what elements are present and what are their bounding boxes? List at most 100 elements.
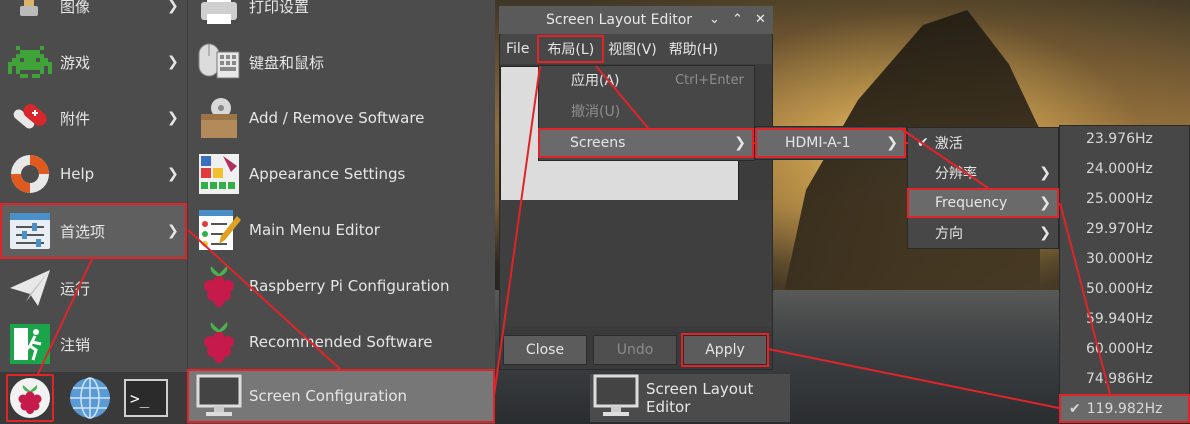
- frequency-option[interactable]: 25.000Hz: [1059, 184, 1190, 214]
- chevron-right-icon: ❯: [1039, 225, 1051, 241]
- menu-file[interactable]: File: [500, 41, 535, 57]
- menu-item-label: 键盘和鼠标: [249, 53, 325, 72]
- menu-item-appearance-settings[interactable]: Appearance Settings: [187, 146, 495, 202]
- frequency-option[interactable]: 50.000Hz: [1059, 274, 1190, 304]
- window-menu-icon[interactable]: ⌄: [709, 12, 720, 27]
- exit-icon: [6, 320, 54, 368]
- chevron-right-icon: ❯: [167, 223, 179, 239]
- frequency-option[interactable]: 24.000Hz: [1059, 154, 1190, 184]
- menu-category-graphics[interactable]: 图像 ❯: [0, 0, 187, 34]
- apply-button[interactable]: Apply: [681, 333, 769, 367]
- menu-item-keyboard-mouse[interactable]: 键盘和鼠标: [187, 34, 495, 90]
- check-icon: ✔: [1069, 400, 1081, 417]
- menu-item-label: 应用(A): [571, 73, 620, 89]
- menu-category-label: 游戏: [60, 53, 91, 72]
- menu-layout[interactable]: 布局(L): [537, 35, 605, 63]
- raspberry-icon: [195, 262, 243, 310]
- menu-item-screen-configuration[interactable]: Screen Configuration: [187, 369, 495, 423]
- menu-item-label: Main Menu Editor: [249, 221, 380, 239]
- menu-item-label: 分辨率: [935, 166, 977, 182]
- menu-item-orientation[interactable]: 方向 ❯: [907, 218, 1059, 248]
- menu-item-add-remove-software[interactable]: Add / Remove Software: [187, 90, 495, 146]
- menu-item-hdmi-a-1[interactable]: HDMI-A-1 ❯: [755, 128, 906, 158]
- raspberry-icon: [10, 378, 50, 418]
- menu-item-frequency[interactable]: Frequency ❯: [907, 188, 1059, 218]
- menu-category-accessories[interactable]: 附件 ❯: [0, 90, 187, 146]
- menu-category-label: 运行: [60, 279, 91, 298]
- frequency-option[interactable]: 29.970Hz: [1059, 214, 1190, 244]
- menu-item-raspberry-pi-configuration[interactable]: Raspberry Pi Configuration: [187, 258, 495, 314]
- raspberry-menu-button[interactable]: [6, 374, 54, 422]
- menu-item-label: 方向: [935, 226, 963, 242]
- menu-category-games[interactable]: 游戏 ❯: [0, 34, 187, 90]
- menu-item-label: Recommended Software: [249, 333, 433, 351]
- frequency-option-selected[interactable]: ✔ 119.982Hz: [1059, 394, 1190, 423]
- menu-item-screens[interactable]: Screens ❯: [538, 128, 754, 158]
- menu-editor-icon: [195, 206, 243, 254]
- web-browser-button[interactable]: [66, 374, 114, 422]
- monitor-icon: [592, 374, 640, 422]
- frequency-option[interactable]: 74.986Hz: [1059, 364, 1190, 394]
- window-menubar: File 布局(L) 视图(V) 帮助(H): [500, 34, 772, 64]
- menu-item-recommended-software[interactable]: Recommended Software: [187, 314, 495, 370]
- taskbar-window-button[interactable]: Screen Layout Editor: [590, 374, 790, 422]
- close-icon[interactable]: ✕: [755, 12, 766, 27]
- window-titlebar[interactable]: Screen Layout Editor ⌄ ⌃ ✕: [499, 6, 773, 34]
- chevron-right-icon: ❯: [1039, 165, 1051, 181]
- menu-view[interactable]: 视图(V): [602, 39, 663, 59]
- chevron-right-icon: ❯: [167, 0, 179, 14]
- menu-category-label: 首选项: [60, 222, 106, 241]
- space-invader-icon: [6, 38, 54, 86]
- swiss-knife-icon: [6, 94, 54, 142]
- menu-item-label: HDMI-A-1: [785, 135, 851, 151]
- menu-category-label: Help: [60, 165, 95, 183]
- taskbar-window-label: Screen Layout Editor: [646, 380, 754, 416]
- paintbrush-icon: [6, 0, 54, 30]
- chevron-right-icon: ❯: [167, 54, 179, 70]
- menu-category-label: 图像: [60, 0, 91, 16]
- menu-item-accelerator: Ctrl+Enter: [675, 72, 744, 88]
- menu-category-run[interactable]: 运行: [0, 260, 187, 316]
- chevron-right-icon: ❯: [734, 135, 746, 151]
- keyboard-mouse-icon: [195, 38, 243, 86]
- menu-category-preferences[interactable]: 首选项 ❯: [0, 203, 187, 259]
- raspberry-icon: [195, 318, 243, 366]
- frequency-option[interactable]: 30.000Hz: [1059, 244, 1190, 274]
- paper-plane-icon: [6, 264, 54, 312]
- menu-item-label: Add / Remove Software: [249, 109, 425, 127]
- preferences-sliders-icon: [6, 207, 54, 255]
- chevron-right-icon: ❯: [167, 110, 179, 126]
- terminal-icon: >_: [124, 379, 168, 417]
- menu-item-label: 激活: [934, 136, 963, 152]
- menu-item-label: Raspberry Pi Configuration: [249, 277, 450, 295]
- menu-category-label: 注销: [60, 335, 91, 354]
- frequency-option-label: 119.982Hz: [1086, 400, 1163, 417]
- frequency-option[interactable]: 23.976Hz: [1059, 124, 1190, 154]
- menu-category-help[interactable]: Help ❯: [0, 146, 187, 202]
- menu-item-main-menu-editor[interactable]: Main Menu Editor: [187, 202, 495, 258]
- close-button[interactable]: Close: [503, 335, 587, 365]
- menu-item-print-settings[interactable]: 打印设置: [187, 0, 495, 34]
- appearance-palette-icon: [195, 150, 243, 198]
- frequency-option[interactable]: 59.940Hz: [1059, 304, 1190, 334]
- menu-help[interactable]: 帮助(H): [663, 39, 724, 59]
- frequency-option[interactable]: 60.000Hz: [1059, 334, 1190, 364]
- chevron-right-icon: ❯: [1039, 195, 1051, 211]
- menu-item-resolution[interactable]: 分辨率 ❯: [907, 158, 1059, 188]
- menu-item-label: Appearance Settings: [249, 165, 406, 183]
- chevron-right-icon: ❯: [167, 166, 179, 182]
- layout-area[interactable]: [500, 200, 772, 326]
- menu-item-active[interactable]: ✔ 激活: [907, 128, 1059, 158]
- check-icon: ✔: [917, 135, 929, 151]
- menu-item-label: 打印设置: [249, 0, 310, 16]
- terminal-button[interactable]: >_: [122, 374, 170, 422]
- menu-category-logout[interactable]: 注销: [0, 316, 187, 372]
- menu-item-undo[interactable]: 撤消(U): [539, 96, 754, 126]
- menu-item-label: 撤消(U): [571, 104, 621, 120]
- software-box-icon: [195, 94, 243, 142]
- maximize-icon[interactable]: ⌃: [732, 12, 743, 27]
- menu-item-label: Frequency: [935, 195, 1008, 211]
- menu-item-apply[interactable]: 应用(A) Ctrl+Enter: [539, 65, 754, 95]
- lifebuoy-icon: [6, 150, 54, 198]
- undo-button[interactable]: Undo: [593, 335, 677, 365]
